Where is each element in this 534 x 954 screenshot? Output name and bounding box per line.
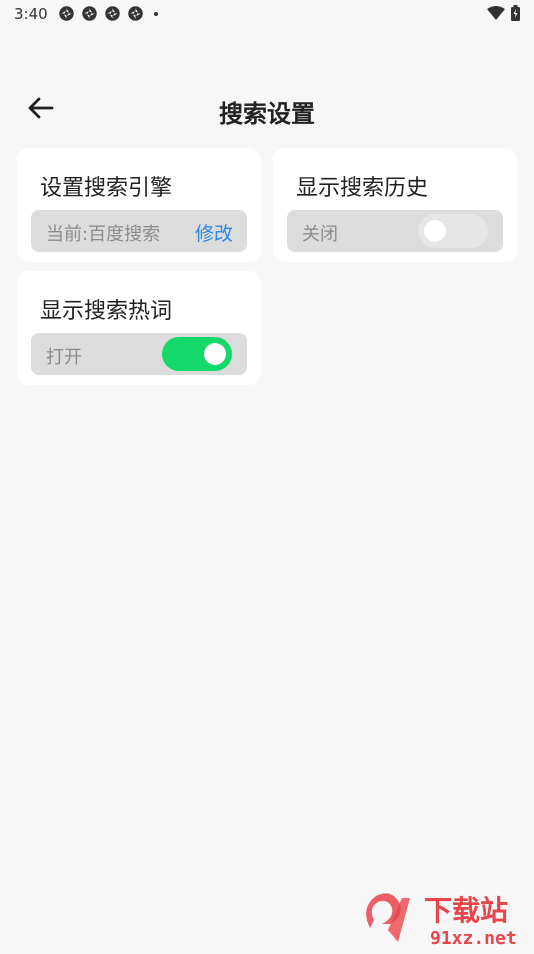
aperture-icon bbox=[82, 6, 97, 21]
search-history-state-label: 关闭 bbox=[302, 224, 338, 245]
hot-words-title: 显示搜索热词 bbox=[40, 299, 173, 324]
search-engine-card: 设置搜索引擎 当前:百度搜索 修改 bbox=[17, 148, 261, 262]
hot-words-toggle[interactable] bbox=[162, 337, 232, 371]
watermark-graphic: 下载站 91xz.net bbox=[366, 893, 517, 949]
hot-words-row: 打开 bbox=[31, 333, 247, 375]
modify-engine-button[interactable]: 修改 bbox=[195, 219, 233, 246]
toggle-knob bbox=[204, 343, 226, 365]
status-bar: 3:40 bbox=[0, 0, 534, 28]
page-header: 搜索设置 bbox=[0, 78, 534, 138]
search-history-title: 显示搜索历史 bbox=[296, 176, 429, 201]
current-engine-label: 当前:百度搜索 bbox=[46, 224, 161, 245]
aperture-icon bbox=[105, 6, 120, 21]
search-engine-title: 设置搜索引擎 bbox=[40, 176, 173, 201]
hot-words-state-label: 打开 bbox=[46, 347, 82, 368]
search-history-card: 显示搜索历史 关闭 bbox=[273, 148, 517, 262]
watermark-logo: 下载站 91xz.net bbox=[360, 884, 534, 950]
aperture-icon bbox=[59, 6, 74, 21]
system-icons bbox=[487, 5, 520, 21]
search-history-toggle[interactable] bbox=[418, 214, 488, 248]
more-notifications-dot bbox=[154, 11, 158, 16]
battery-icon bbox=[511, 5, 520, 21]
wifi-icon bbox=[487, 6, 505, 20]
watermark-title: 下载站 bbox=[424, 894, 508, 927]
search-history-row: 关闭 bbox=[287, 210, 503, 252]
page-title: 搜索设置 bbox=[219, 100, 315, 128]
status-time: 3:40 bbox=[14, 5, 48, 23]
hot-words-card: 显示搜索热词 打开 bbox=[17, 271, 261, 385]
notification-icons bbox=[58, 5, 158, 22]
toggle-knob bbox=[424, 220, 446, 242]
aperture-icon bbox=[128, 6, 143, 21]
search-engine-row: 当前:百度搜索 修改 bbox=[31, 210, 247, 252]
watermark-domain: 91xz.net bbox=[430, 928, 517, 949]
